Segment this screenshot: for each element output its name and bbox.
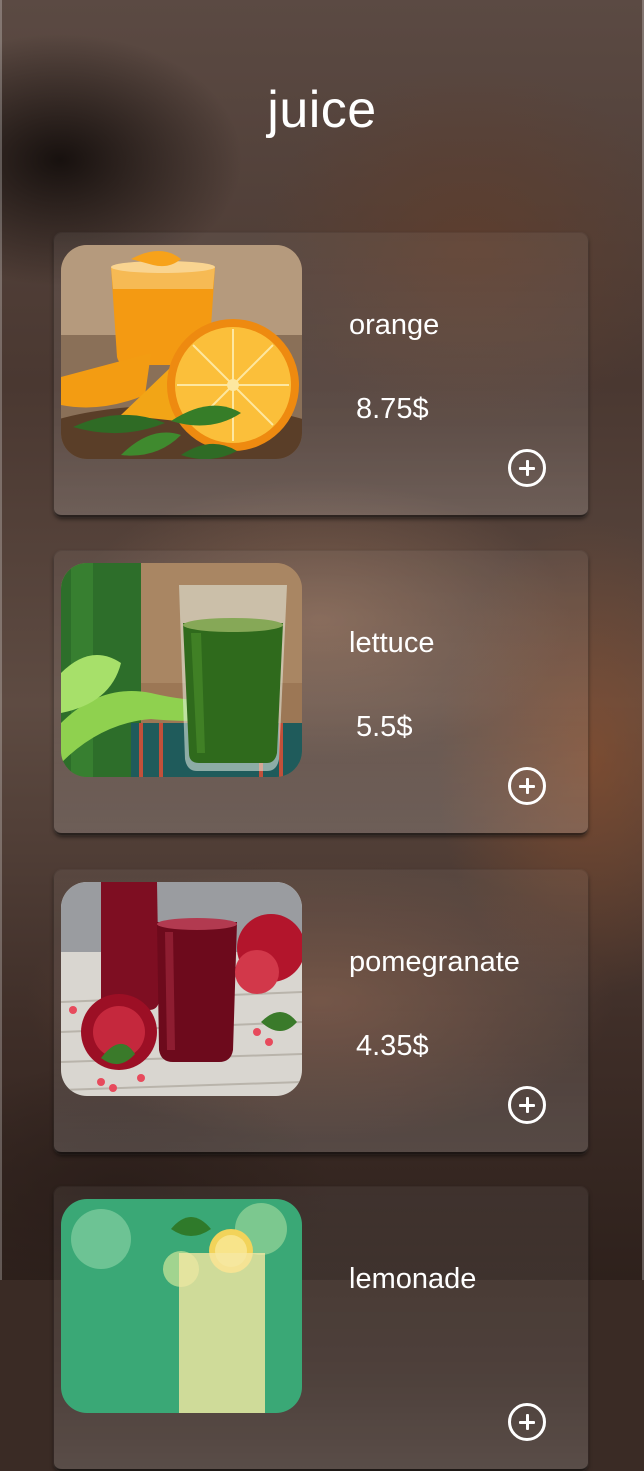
product-card-lemonade[interactable]: lemonade	[54, 1187, 588, 1471]
pomegranate-juice-photo	[61, 882, 302, 1096]
product-name: lettuce	[349, 627, 435, 659]
product-price: 4.35$	[356, 1030, 429, 1062]
orange-juice-photo	[61, 245, 302, 459]
product-price: 8.75$	[356, 393, 429, 425]
product-card-orange[interactable]: orange 8.75$	[54, 233, 588, 517]
screen-edge-left	[0, 0, 2, 1280]
add-circle-icon[interactable]	[508, 1086, 546, 1124]
add-circle-icon[interactable]	[508, 449, 546, 487]
lemonade-photo	[61, 1199, 302, 1413]
add-circle-icon[interactable]	[508, 1403, 546, 1441]
green-juice-photo	[61, 563, 302, 777]
product-price: 5.5$	[356, 711, 413, 743]
product-name: pomegranate	[349, 946, 520, 978]
product-card-pomegranate[interactable]: pomegranate 4.35$	[54, 870, 588, 1154]
add-circle-icon[interactable]	[508, 767, 546, 805]
product-name: orange	[349, 309, 440, 341]
page-title: juice	[267, 81, 377, 139]
product-card-lettuce[interactable]: lettuce 5.5$	[54, 551, 588, 835]
